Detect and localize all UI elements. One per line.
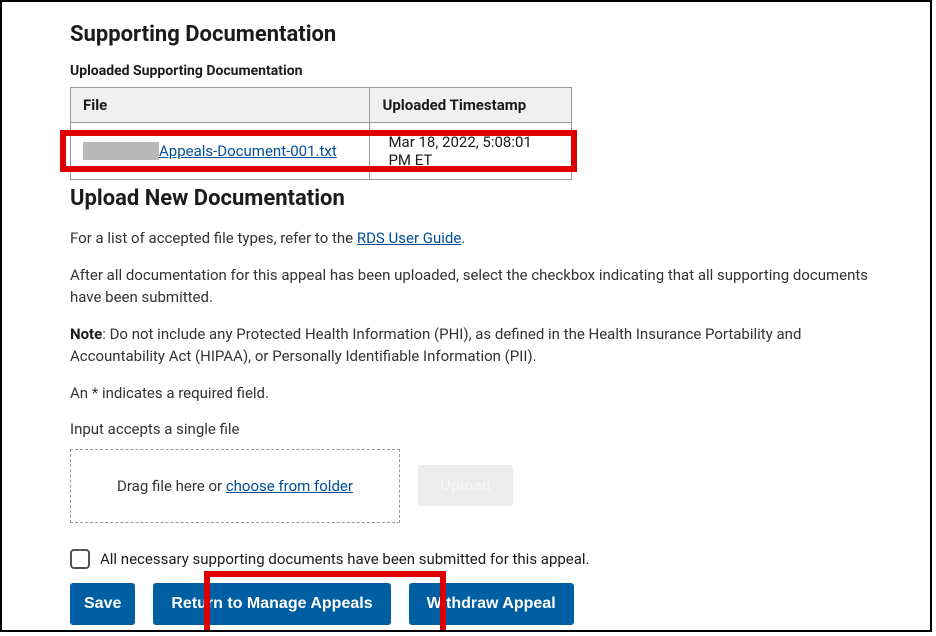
upload-new-documentation-heading: Upload New Documentation <box>70 186 870 211</box>
table-row: Appeals-Document-001.txt Mar 18, 2022, 5… <box>71 123 572 180</box>
dropzone-text: Drag file here or <box>117 477 226 495</box>
uploaded-file-timestamp: Mar 18, 2022, 5:08:01 PM ET <box>370 133 571 169</box>
return-to-manage-appeals-button[interactable]: Return to Manage Appeals <box>153 583 390 625</box>
required-field-note: An * indicates a required field. <box>70 382 870 405</box>
instructions-after-upload: After all documentation for this appeal … <box>70 264 870 309</box>
file-dropzone[interactable]: Drag file here or choose from folder <box>70 449 400 523</box>
uploaded-documents-table: File Uploaded Timestamp Appeals-Document… <box>70 87 572 180</box>
column-header-file: File <box>71 88 370 123</box>
upload-button[interactable]: Upload <box>418 465 513 506</box>
uploaded-supporting-subheading: Uploaded Supporting Documentation <box>70 63 870 79</box>
column-header-timestamp: Uploaded Timestamp <box>370 88 572 123</box>
single-file-input-label: Input accepts a single file <box>70 418 870 441</box>
choose-from-folder-link[interactable]: choose from folder <box>226 477 353 495</box>
withdraw-appeal-button[interactable]: Withdraw Appeal <box>409 583 574 625</box>
uploaded-file-link[interactable]: Appeals-Document-001.txt <box>159 142 337 160</box>
save-button[interactable]: Save <box>70 583 135 625</box>
phi-pii-note: Note: Do not include any Protected Healt… <box>70 323 870 368</box>
documents-submitted-checkbox[interactable] <box>70 549 90 569</box>
accepted-file-types-text: For a list of accepted file types, refer… <box>70 227 870 250</box>
supporting-documentation-heading: Supporting Documentation <box>70 22 870 47</box>
rds-user-guide-link[interactable]: RDS User Guide <box>357 229 462 247</box>
redacted-prefix <box>83 142 159 160</box>
documents-submitted-label: All necessary supporting documents have … <box>100 550 590 568</box>
